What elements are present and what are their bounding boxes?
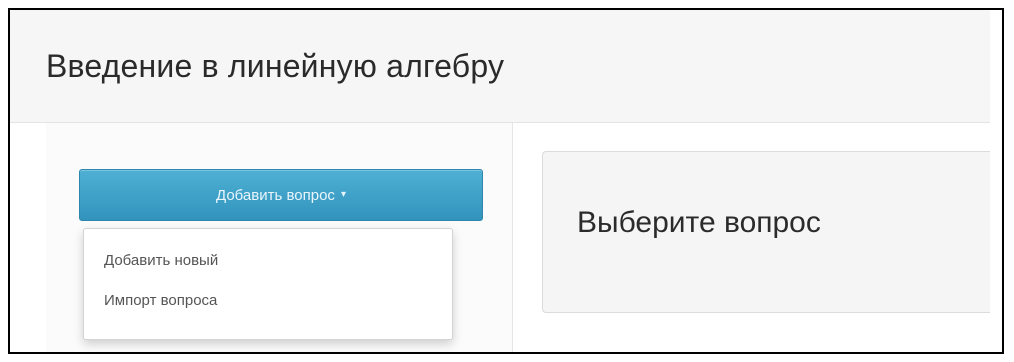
menu-item-import-question[interactable]: Импорт вопроса [104, 291, 217, 311]
app-frame: Введение в линейную алгебру Добавить воп… [8, 8, 1004, 354]
chevron-down-icon: ▾ [340, 189, 346, 201]
add-question-dropdown: Добавить новый Импорт вопроса [83, 228, 453, 340]
menu-item-add-new[interactable]: Добавить новый [104, 251, 218, 271]
page-header: Введение в линейную алгебру [10, 10, 990, 123]
question-sidebar: Добавить вопрос ▾ Добавить новый Импорт в… [46, 123, 513, 352]
select-question-prompt: Выберите вопрос [577, 206, 821, 239]
add-question-button[interactable]: Добавить вопрос ▾ [79, 169, 483, 221]
add-question-label: Добавить вопрос [216, 187, 335, 204]
content-area: Добавить вопрос ▾ Добавить новый Импорт в… [46, 123, 990, 352]
question-placeholder-panel: Выберите вопрос [542, 151, 990, 313]
page-title: Введение в линейную алгебру [46, 48, 505, 84]
